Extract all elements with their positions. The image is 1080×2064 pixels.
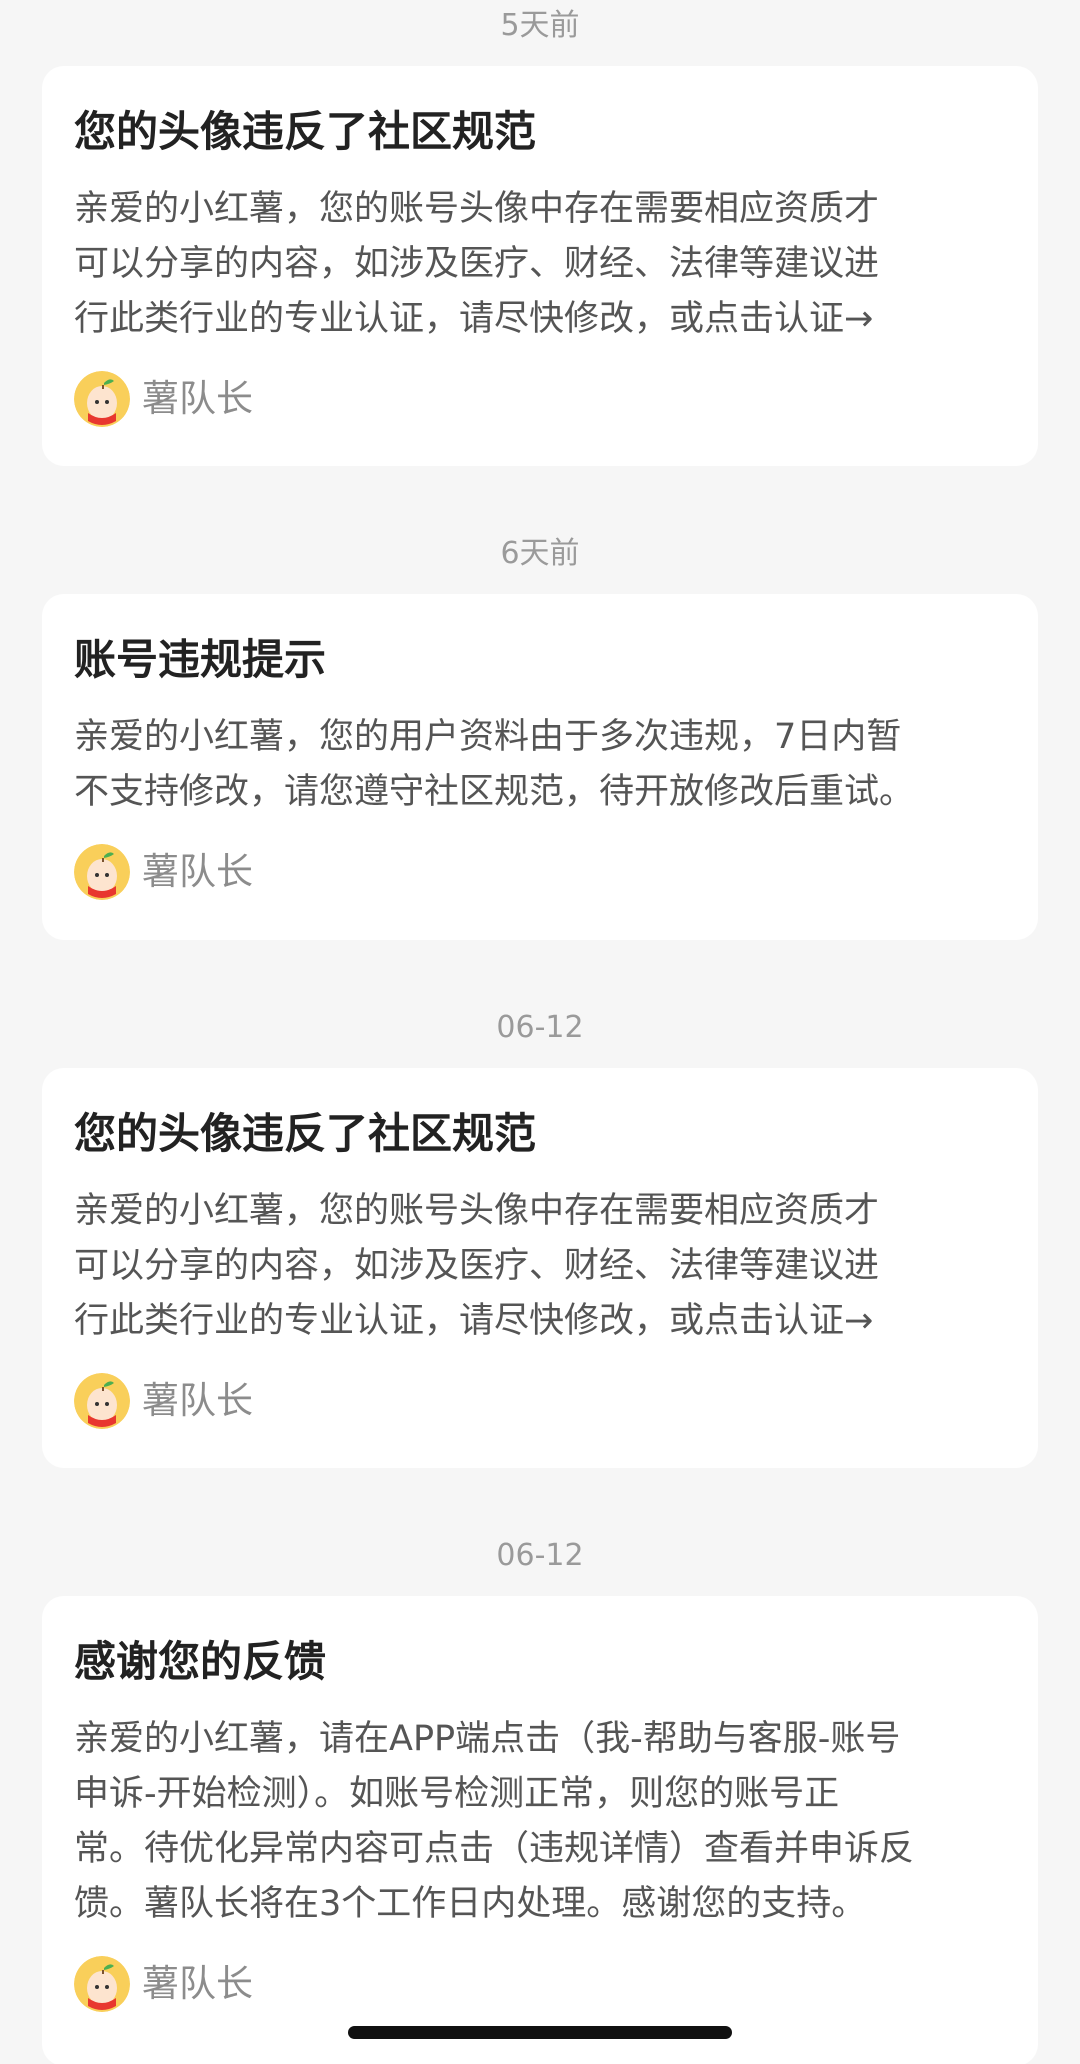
message-card[interactable]: 感谢您的反馈 亲爱的小红薯，请在APP端点击（我-帮助与客服-账号 申诉-开始检… (42, 1596, 1038, 2064)
avatar-icon (74, 371, 130, 427)
message-list-page: 5天前 您的头像违反了社区规范 亲爱的小红薯，您的账号头像中存在需要相应资质才 … (0, 0, 1080, 2064)
author-name: 薯队长 (142, 1379, 253, 1422)
avatar-icon (74, 844, 130, 900)
message-body: 亲爱的小红薯，您的账号头像中存在需要相应资质才 可以分享的内容，如涉及医疗、财经… (74, 1184, 1006, 1349)
home-indicator[interactable] (348, 2026, 732, 2039)
avatar-icon (74, 1956, 130, 2012)
message-body-line: 亲爱的小红薯，您的账号头像中存在需要相应资质才 (74, 1191, 880, 1231)
author-name: 薯队长 (142, 377, 253, 420)
message-body: 亲爱的小红薯，请在APP端点击（我-帮助与客服-账号 申诉-开始检测）。如账号检… (74, 1712, 1006, 1932)
message-title: 您的头像违反了社区规范 (74, 107, 537, 156)
timestamp: 5天前 (500, 8, 580, 43)
message-body: 亲爱的小红薯，您的账号头像中存在需要相应资质才 可以分享的内容，如涉及医疗、财经… (74, 182, 1006, 347)
message-body-line: 常。待优化异常内容可点击（违规详情）查看并申诉反 (74, 1829, 915, 1869)
message-body-line: 可以分享的内容，如涉及医疗、财经、法律等建议进 (74, 244, 880, 284)
message-body-line: 申诉-开始检测）。如账号检测正常，则您的账号正 (74, 1774, 840, 1814)
message-author[interactable]: 薯队长 (74, 1373, 1006, 1429)
message-body: 亲爱的小红薯，您的用户资料由于多次违规，7日内暂 不支持修改，请您遵守社区规范，… (74, 710, 1006, 820)
message-body-line: 亲爱的小红薯，您的账号头像中存在需要相应资质才 (74, 189, 880, 229)
avatar-icon (74, 1373, 130, 1429)
message-title: 您的头像违反了社区规范 (74, 1109, 537, 1158)
message-body-line: 馈。薯队长将在3个工作日内处理。感谢您的支持。 (74, 1884, 867, 1924)
message-body-line: 亲爱的小红薯，请在APP端点击（我-帮助与客服-账号 (74, 1719, 901, 1759)
message-card[interactable]: 账号违规提示 亲爱的小红薯，您的用户资料由于多次违规，7日内暂 不支持修改，请您… (42, 594, 1038, 940)
message-title: 感谢您的反馈 (74, 1637, 327, 1686)
timestamp: 06-12 (496, 1538, 584, 1573)
timestamp: 06-12 (496, 1010, 584, 1045)
message-body-line: 亲爱的小红薯，您的用户资料由于多次违规，7日内暂 (74, 717, 902, 757)
message-body-line[interactable]: 行此类行业的专业认证，请尽快修改，或点击认证→ (74, 292, 1006, 347)
message-author[interactable]: 薯队长 (74, 844, 1006, 900)
message-card[interactable]: 您的头像违反了社区规范 亲爱的小红薯，您的账号头像中存在需要相应资质才 可以分享… (42, 66, 1038, 466)
message-body-line: 不支持修改，请您遵守社区规范，待开放修改后重试。 (74, 772, 915, 812)
message-author[interactable]: 薯队长 (74, 371, 1006, 427)
message-body-line[interactable]: 行此类行业的专业认证，请尽快修改，或点击认证→ (74, 1294, 1006, 1349)
author-name: 薯队长 (142, 1962, 253, 2005)
author-name: 薯队长 (142, 850, 253, 893)
message-title: 账号违规提示 (74, 635, 327, 684)
message-card[interactable]: 您的头像违反了社区规范 亲爱的小红薯，您的账号头像中存在需要相应资质才 可以分享… (42, 1068, 1038, 1468)
message-author[interactable]: 薯队长 (74, 1956, 1006, 2012)
message-body-line: 可以分享的内容，如涉及医疗、财经、法律等建议进 (74, 1246, 880, 1286)
timestamp: 6天前 (500, 536, 580, 571)
